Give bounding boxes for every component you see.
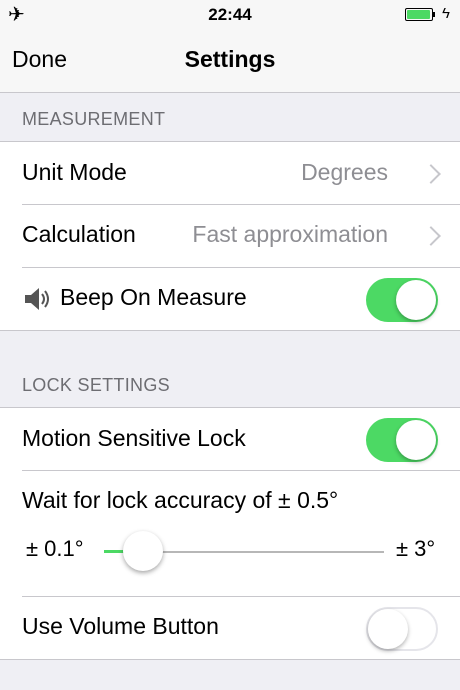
measurement-group: Unit Mode Degrees Calculation Fast appro… xyxy=(0,141,460,331)
speaker-icon xyxy=(25,288,49,310)
volume-button-toggle[interactable] xyxy=(366,607,438,651)
slider-max-label: ± 3° xyxy=(396,536,436,561)
accuracy-slider-thumb[interactable] xyxy=(122,531,163,571)
calculation-value: Fast approximation xyxy=(192,221,388,247)
status-time: 22:44 xyxy=(208,5,252,24)
motion-lock-row: Motion Sensitive Lock xyxy=(0,408,460,470)
beep-label: Beep On Measure xyxy=(60,284,247,310)
calculation-row[interactable]: Calculation Fast approximation xyxy=(0,205,460,267)
beep-row: Beep On Measure xyxy=(0,268,460,330)
measurement-section-header: MEASUREMENT xyxy=(22,109,166,129)
calculation-label: Calculation xyxy=(22,221,136,247)
page-title: Settings xyxy=(184,46,276,72)
unit-mode-row[interactable]: Unit Mode Degrees xyxy=(0,142,460,204)
charging-icon: ϟ xyxy=(442,5,450,22)
volume-button-label: Use Volume Button xyxy=(22,613,219,639)
lock-settings-group: Motion Sensitive Lock Wait for lock accu… xyxy=(0,407,460,660)
divider xyxy=(22,470,460,471)
status-bar: ✈ 22:44 ϟ xyxy=(0,0,460,30)
chevron-right-icon xyxy=(421,226,441,246)
unit-mode-value: Degrees xyxy=(301,159,388,185)
volume-button-row: Use Volume Button xyxy=(0,597,460,659)
slider-min-label: ± 0.1° xyxy=(26,536,84,561)
lock-settings-section-header: LOCK SETTINGS xyxy=(22,375,170,395)
battery-icon xyxy=(405,8,435,21)
navigation-bar: Done Settings xyxy=(0,30,460,93)
beep-toggle[interactable] xyxy=(366,278,438,322)
motion-lock-label: Motion Sensitive Lock xyxy=(22,425,246,451)
chevron-right-icon xyxy=(421,164,441,184)
accuracy-label: Wait for lock accuracy of ± 0.5° xyxy=(22,487,339,513)
unit-mode-label: Unit Mode xyxy=(22,159,127,185)
motion-lock-toggle[interactable] xyxy=(366,418,438,462)
